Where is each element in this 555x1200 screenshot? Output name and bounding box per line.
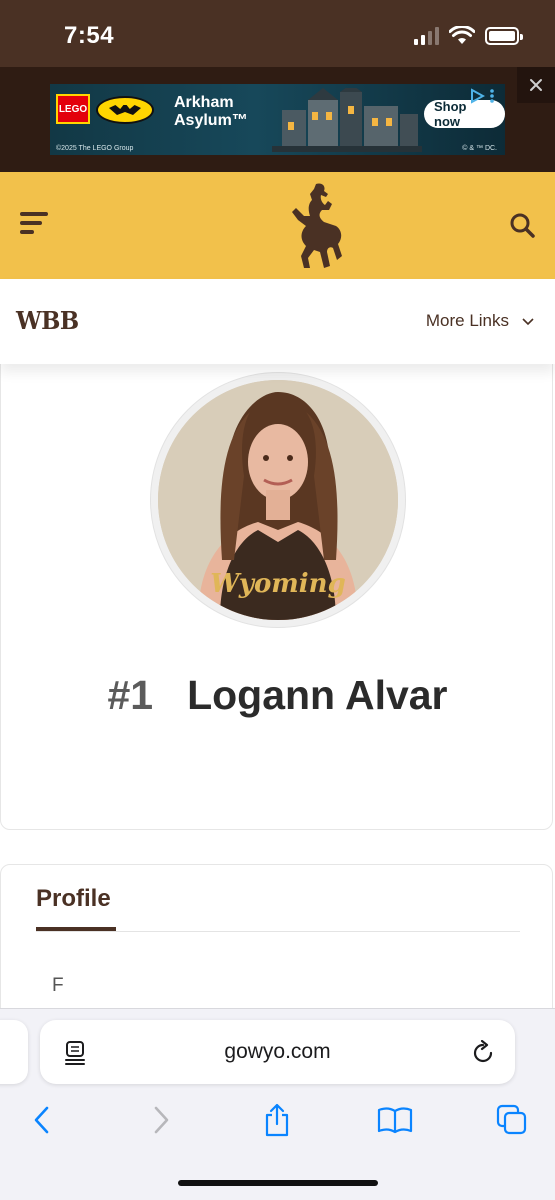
player-name: Logann Alvar [187, 672, 448, 718]
status-time: 7:54 [64, 22, 115, 49]
search-icon[interactable] [509, 212, 535, 238]
bucking-horse-logo[interactable] [286, 180, 344, 270]
forward-icon[interactable] [143, 1102, 179, 1138]
bookmarks-icon[interactable] [377, 1102, 413, 1138]
wifi-icon [449, 26, 475, 44]
menu-icon[interactable] [20, 212, 48, 236]
ad-copyright: ©2025 The LEGO Group [56, 145, 134, 152]
back-icon[interactable] [24, 1102, 60, 1138]
lego-logo: LEGO [56, 94, 90, 124]
ad-close-icon[interactable] [517, 67, 555, 103]
reload-icon[interactable] [470, 1040, 496, 1066]
share-icon[interactable] [259, 1102, 295, 1138]
active-tab-indicator [36, 927, 116, 931]
player-headshot: Wyoming [158, 380, 398, 620]
adchoices-icon[interactable] [469, 86, 501, 106]
sport-title[interactable]: WBB [16, 306, 79, 335]
ad-area: LEGO Arkham Asylum™ Shop now ©2025 The L… [0, 67, 555, 172]
batman-logo [96, 96, 154, 124]
lego-logo-text: LEGO [58, 103, 88, 115]
battery-icon [485, 27, 523, 45]
cellular-signal-icon [414, 27, 439, 45]
tabs-icon[interactable] [494, 1102, 530, 1138]
more-links-label: More Links [425, 311, 509, 330]
tab-divider [36, 931, 520, 932]
player-number: #1 [107, 672, 154, 718]
ad-legal: © & ™ DC. [462, 145, 497, 152]
more-links-dropdown[interactable]: More Links [426, 311, 535, 331]
castle-set-image [272, 88, 422, 152]
chevron-down-icon [522, 318, 534, 326]
jersey-text: Wyoming [210, 569, 346, 599]
site-header [0, 172, 555, 279]
ad-banner[interactable]: LEGO Arkham Asylum™ Shop now ©2025 The L… [50, 84, 505, 155]
status-icons [414, 26, 523, 46]
ad-title: Arkham Asylum™ [174, 94, 248, 129]
status-bar: 7:54 [0, 0, 555, 67]
tab-profile[interactable]: Profile [36, 885, 111, 913]
home-indicator[interactable] [178, 1180, 378, 1186]
position-value: F [52, 975, 64, 996]
sport-nav: WBB More Links [0, 279, 555, 364]
player-heading: #1 Logann Alvar [0, 672, 555, 719]
